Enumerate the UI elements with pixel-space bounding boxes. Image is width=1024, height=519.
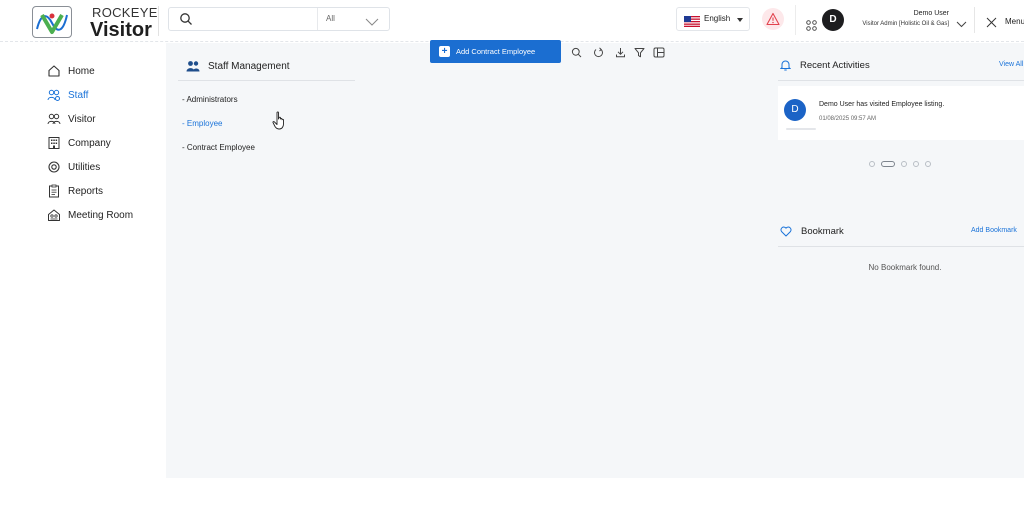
company-icon	[48, 137, 60, 149]
menu-toggle-label[interactable]: Menu	[1005, 17, 1024, 26]
sidebar-item-label: Visitor	[68, 113, 96, 125]
activity-text: Demo User has visited Employee listing.	[819, 101, 945, 108]
recent-activities-title: Recent Activities	[800, 59, 870, 71]
global-search[interactable]: All	[168, 7, 390, 31]
activity-timestamp: 01/08/2025 09:57 AM	[819, 116, 877, 122]
sidebar-item-label: Utilities	[68, 161, 101, 173]
plus-icon: +	[439, 46, 450, 57]
carousel-dot[interactable]	[901, 161, 907, 167]
divider	[786, 128, 816, 130]
activity-item[interactable]: D Demo User has visited Employee listing…	[778, 86, 1024, 140]
alert-button[interactable]	[762, 8, 784, 30]
empty-state-text: No Bookmark found.	[868, 263, 942, 272]
sidebar-item-company[interactable]: Company	[47, 135, 111, 151]
search-icon	[179, 12, 193, 31]
staff-group-icon	[186, 61, 200, 72]
bookmark-title: Bookmark	[801, 225, 844, 237]
bookmark-header: Bookmark	[780, 224, 844, 238]
language-select[interactable]: English	[676, 7, 750, 31]
chevron-down-icon[interactable]	[365, 14, 379, 32]
apps-grid-icon[interactable]	[806, 18, 817, 36]
avatar: D	[784, 99, 806, 121]
home-icon	[48, 65, 60, 77]
search-divider	[317, 8, 318, 30]
brand-name-top: ROCKEYE	[92, 5, 158, 20]
visitor-icon	[47, 113, 61, 125]
carousel-dot[interactable]	[869, 161, 875, 167]
caret-down-icon	[737, 18, 743, 22]
warning-icon	[766, 12, 780, 26]
link-administrators[interactable]: - Administrators	[182, 95, 238, 104]
sidebar-item-label: Staff	[68, 89, 89, 101]
header-divider	[974, 7, 975, 33]
language-label: English	[704, 14, 731, 23]
sidebar-item-meeting-room[interactable]: Meeting Room	[47, 207, 133, 223]
download-icon[interactable]	[615, 45, 626, 63]
carousel-dot-active[interactable]	[881, 161, 895, 167]
app-root: ROCKEYE Visitor All English D Demo User …	[0, 0, 1024, 519]
sidebar-item-label: Home	[68, 65, 95, 77]
heart-icon	[780, 226, 792, 236]
utilities-icon	[48, 161, 60, 173]
add-contract-employee-button[interactable]: + Add Contract Employee	[430, 40, 561, 63]
user-name[interactable]: Demo User	[880, 10, 949, 17]
divider	[778, 80, 1024, 81]
divider	[778, 246, 1024, 247]
chevron-down-icon[interactable]	[956, 15, 967, 33]
sidebar-item-label: Reports	[68, 185, 104, 197]
sidebar-item-reports[interactable]: Reports	[47, 183, 103, 199]
add-contract-employee-label: Add Contract Employee	[456, 47, 536, 56]
view-all-link[interactable]: View All	[999, 61, 1023, 68]
add-bookmark-link[interactable]: Add Bookmark	[971, 227, 1017, 234]
carousel-pagination	[869, 160, 937, 168]
header-divider	[795, 5, 796, 35]
hand-pointer-icon	[272, 111, 288, 136]
close-icon[interactable]	[986, 15, 997, 33]
columns-icon[interactable]	[653, 45, 665, 63]
divider	[178, 80, 355, 81]
user-avatar[interactable]: D	[822, 9, 844, 31]
staff-management-header: Staff Management	[186, 58, 290, 74]
us-flag-icon	[684, 14, 700, 27]
search-icon[interactable]	[571, 45, 582, 63]
page-title: Staff Management	[208, 60, 290, 72]
brand-logo[interactable]: ROCKEYE Visitor	[20, 2, 160, 41]
link-employee[interactable]: - Employee	[182, 119, 222, 128]
sidebar-item-label: Meeting Room	[68, 209, 134, 221]
logo-mark-icon	[32, 6, 72, 38]
filter-icon[interactable]	[634, 45, 645, 63]
brand-name-bottom: Visitor	[90, 19, 152, 41]
sidebar-item-home[interactable]: Home	[47, 63, 95, 79]
top-bar: ROCKEYE Visitor All English D Demo User …	[0, 0, 1024, 42]
carousel-dot[interactable]	[913, 161, 919, 167]
refresh-icon[interactable]	[593, 45, 604, 63]
sidebar-item-utilities[interactable]: Utilities	[47, 159, 100, 175]
meeting-room-icon	[48, 209, 60, 221]
staff-icon	[47, 89, 60, 101]
carousel-dot[interactable]	[925, 161, 931, 167]
reports-icon	[49, 184, 59, 198]
sidebar-item-label: Company	[68, 137, 111, 149]
bell-icon	[780, 60, 791, 71]
user-role: Visitor Admin [Holistic Oil & Gas]	[862, 21, 949, 27]
search-scope-select[interactable]: All	[326, 14, 335, 23]
logo-divider	[158, 6, 159, 36]
link-contract-employee[interactable]: - Contract Employee	[182, 143, 255, 152]
sidebar-item-staff[interactable]: Staff	[47, 87, 88, 103]
recent-activities-header: Recent Activities	[780, 58, 870, 72]
sidebar-item-visitor[interactable]: Visitor	[47, 111, 96, 127]
